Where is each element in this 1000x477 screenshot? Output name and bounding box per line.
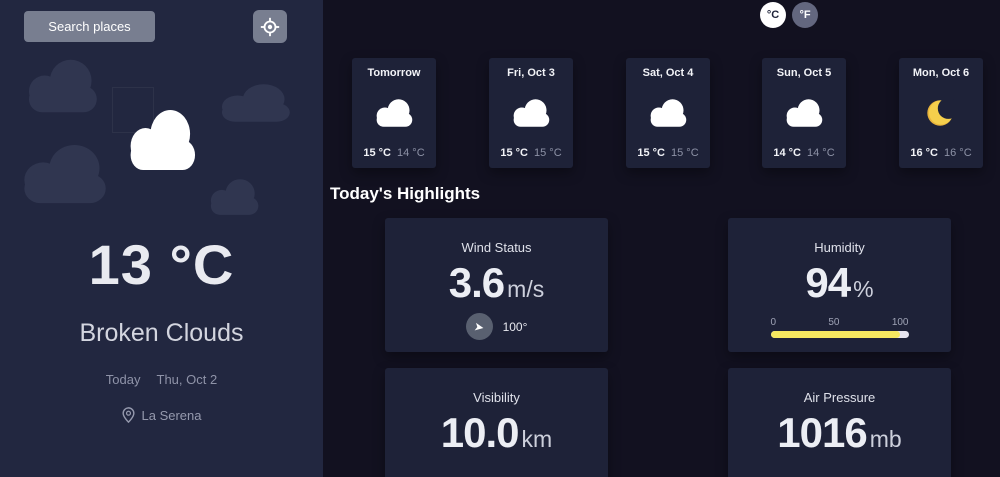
forecast-day-label: Mon, Oct 6 [913, 67, 969, 79]
location-name: La Serena [142, 408, 202, 423]
cloud-shape [22, 58, 102, 114]
celsius-button[interactable]: °C [760, 2, 786, 28]
humidity-bar-fill [771, 331, 901, 338]
card-label: Wind Status [461, 240, 531, 255]
humidity-card: Humidity 94 % 0 50 100 [728, 218, 951, 352]
forecast-day-label: Tomorrow [368, 67, 421, 79]
cloud-illustration [0, 52, 323, 220]
highlights-title: Today's Highlights [330, 184, 480, 204]
air-pressure-card: Air Pressure 1016 mb [728, 368, 951, 477]
moon-icon [920, 98, 962, 128]
current-weather-cloud-icon [124, 108, 200, 172]
cloud-shape [16, 143, 112, 205]
humidity-scale: 0 50 100 [771, 317, 909, 328]
gps-locate-icon [259, 16, 281, 38]
forecast-card: Sat, Oct 4 15 °C15 °C [626, 58, 710, 168]
current-date: Thu, Oct 2 [157, 372, 218, 387]
today-label: Today [106, 372, 141, 387]
current-conditions: 13 °C Broken Clouds Today Thu, Oct 2 La … [0, 232, 323, 423]
forecast-temps: 15 °C14 °C [363, 147, 424, 159]
sidebar: Search places [0, 0, 323, 477]
pressure-value: 1016 mb [777, 409, 901, 457]
current-temperature: 13 °C [0, 232, 323, 297]
wind-direction-icon: ➤ [466, 313, 493, 340]
weather-app: Search places [0, 0, 1000, 477]
forecast-day-label: Sun, Oct 5 [777, 67, 831, 79]
fahrenheit-button[interactable]: °F [792, 2, 818, 28]
unit-toggle: °C °F [760, 2, 818, 28]
forecast-card: Tomorrow 15 °C14 °C [352, 58, 436, 168]
main-panel: °C °F Tomorrow 15 °C14 °C Fri, Oct 3 15 … [323, 0, 1000, 477]
wind-direction-value: 100° [503, 320, 528, 334]
card-label: Air Pressure [804, 390, 876, 405]
location-pin-icon [122, 407, 135, 423]
humidity-value: 94 % [805, 259, 873, 307]
forecast-temps: 14 °C14 °C [773, 147, 834, 159]
card-label: Visibility [473, 390, 520, 405]
wind-direction-row: ➤ 100° [466, 313, 528, 340]
location-row: La Serena [0, 407, 323, 423]
forecast-temps: 16 °C16 °C [910, 147, 971, 159]
weather-condition: Broken Clouds [0, 319, 323, 348]
locate-button[interactable] [253, 10, 287, 43]
cloud-icon [783, 98, 825, 128]
cloud-icon [510, 98, 552, 128]
card-label: Humidity [814, 240, 865, 255]
wind-status-card: Wind Status 3.6 m/s ➤ 100° [385, 218, 608, 352]
wind-value: 3.6 m/s [449, 259, 544, 307]
forecast-card: Mon, Oct 6 16 °C16 °C [899, 58, 983, 168]
forecast-card: Sun, Oct 5 14 °C14 °C [762, 58, 846, 168]
humidity-bar-track [771, 331, 909, 338]
forecast-card: Fri, Oct 3 15 °C15 °C [489, 58, 573, 168]
date-row: Today Thu, Oct 2 [0, 372, 323, 387]
forecast-day-label: Fri, Oct 3 [507, 67, 555, 79]
cloud-shape [215, 83, 295, 123]
cloud-icon [647, 98, 689, 128]
cloud-icon [373, 98, 415, 128]
forecast-day-label: Sat, Oct 4 [643, 67, 694, 79]
forecast-temps: 15 °C15 °C [637, 147, 698, 159]
cloud-shape [206, 178, 262, 216]
forecast-temps: 15 °C15 °C [500, 147, 561, 159]
search-places-button[interactable]: Search places [24, 11, 155, 42]
visibility-card: Visibility 10.0 km [385, 368, 608, 477]
visibility-value: 10.0 km [441, 409, 552, 457]
